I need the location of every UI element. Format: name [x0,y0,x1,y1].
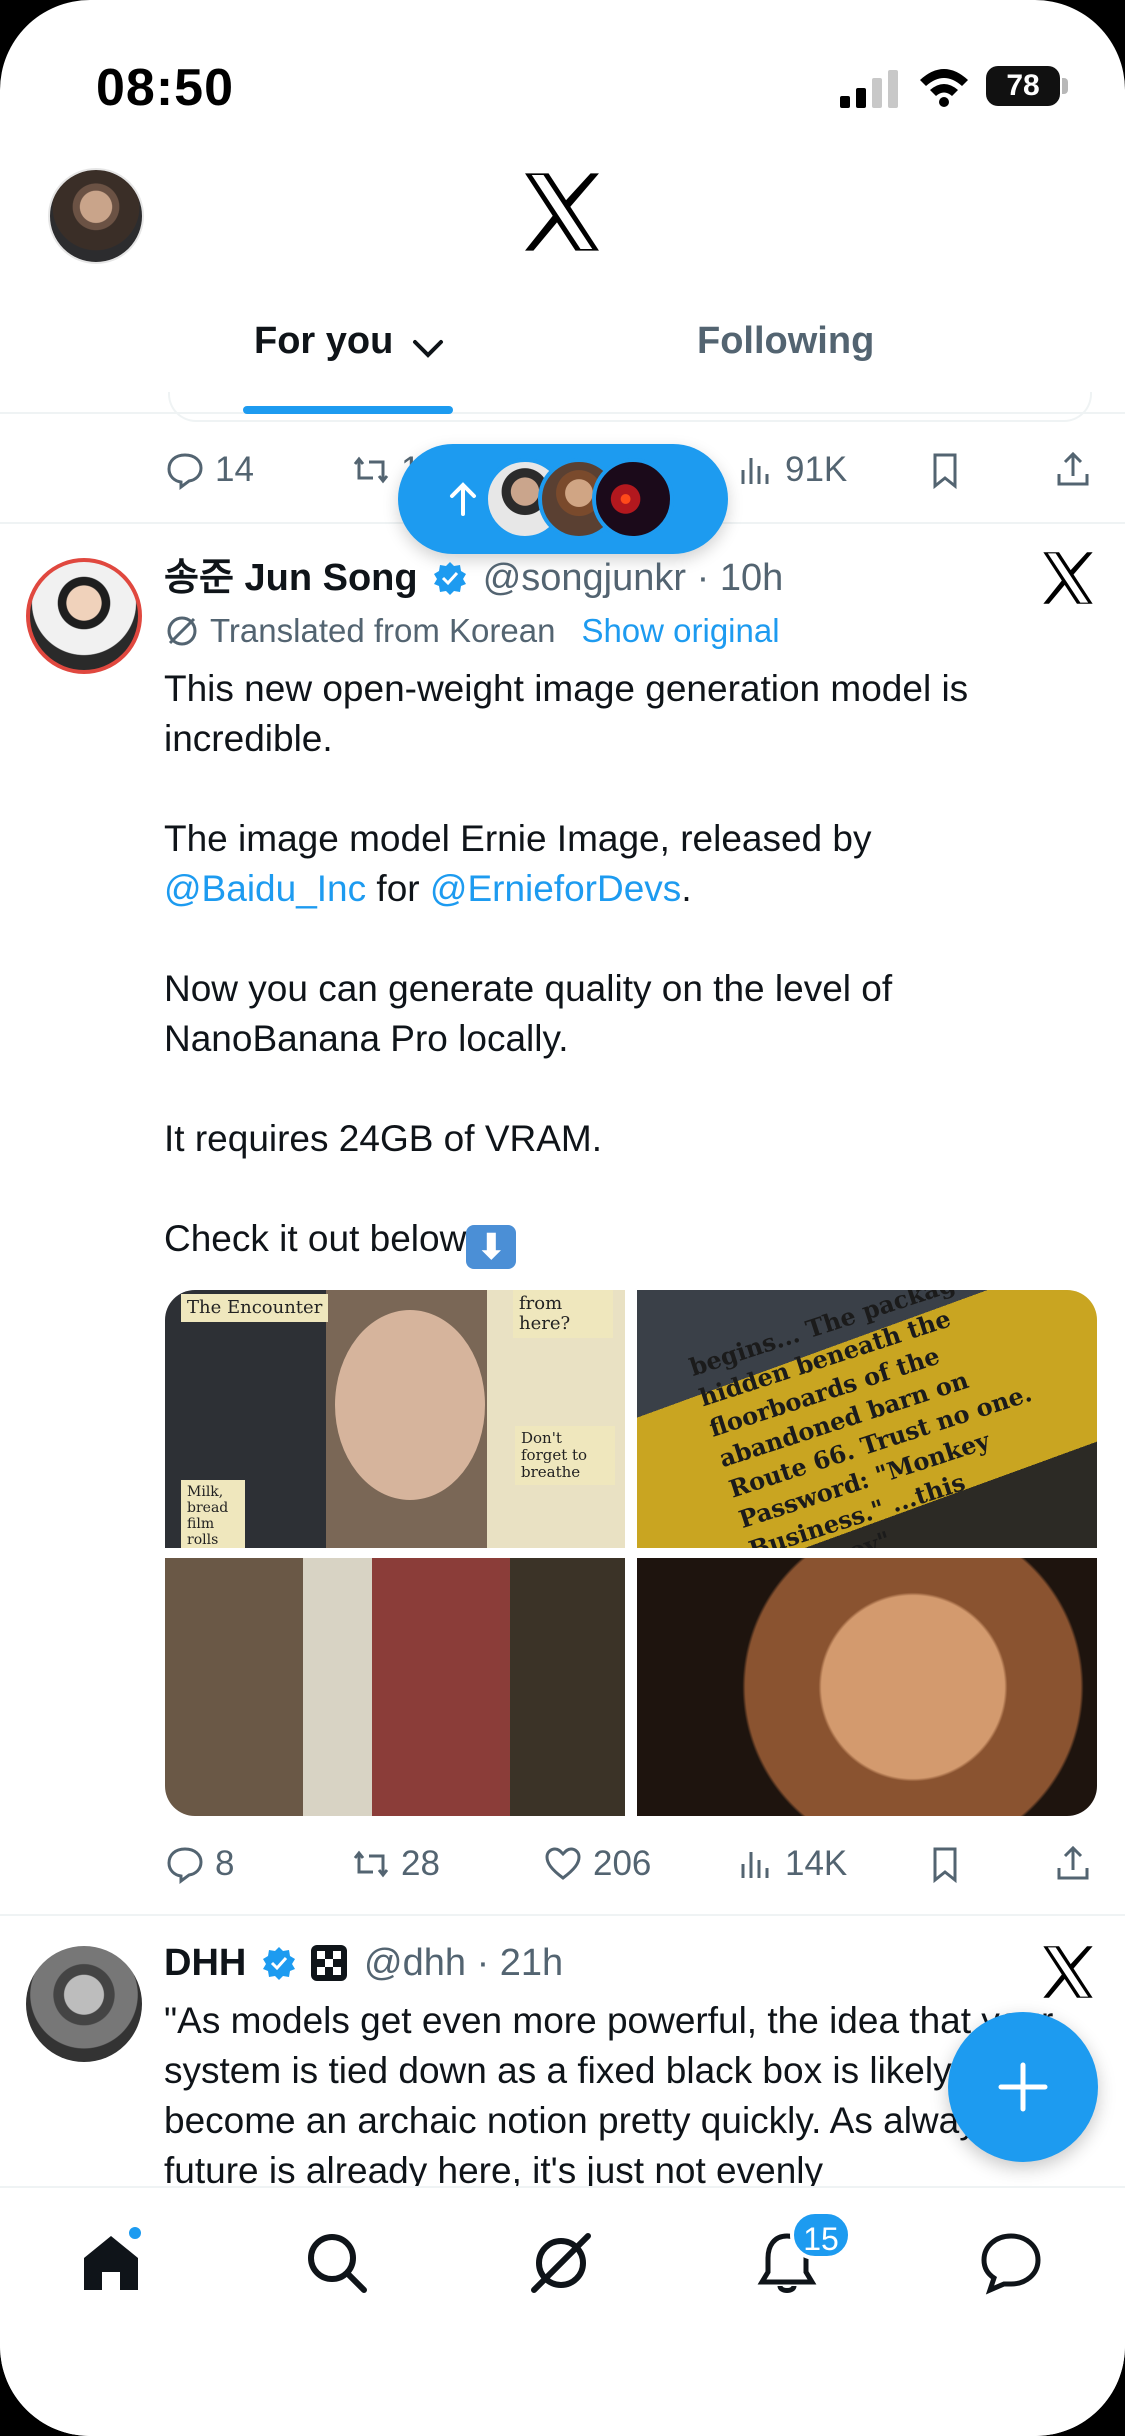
status-time: 08:50 [96,59,234,117]
note-text: Milk, bread film rolls [181,1480,245,1548]
views-count: 91K [785,450,848,489]
media-image[interactable] [165,1558,625,1816]
note-text: Don't forget to breathe [515,1426,615,1485]
tweet-paragraph: Check it out below ⬇ [164,1214,1064,1269]
views-count: 14K [785,1844,848,1883]
bookmark-icon [933,1847,957,1884]
author-avatar[interactable] [26,1946,142,2062]
share-icon [1057,451,1089,486]
retweet-icon [353,456,389,484]
bookmark-button[interactable] [925,440,965,500]
media-image[interactable]: The Encounter from here? Don't forget to… [165,1290,625,1548]
reply-button[interactable]: 8 [165,1834,234,1894]
note-text: from here? [513,1290,613,1338]
like-count: 206 [593,1844,652,1883]
tweet-paragraph: Now you can generate quality on the leve… [164,968,893,1059]
x-source-icon[interactable] [1040,1944,1096,2000]
text-segment: The image model Ernie Image, released by [164,818,872,859]
share-button[interactable] [1053,440,1093,500]
author-name[interactable]: DHH [164,1942,246,1984]
status-bar: 08:50 78 [0,0,1125,150]
note-text: The Encounter [181,1294,329,1322]
tweet-header: DHH @dhh · 21h [164,1942,563,1985]
views-button[interactable]: 91K [735,440,847,500]
x-logo-icon [525,173,599,251]
text-segment: for [366,868,430,909]
app-screen: 08:50 78 For you Following 14 91K 송준 Jun… [0,0,1125,2436]
grok-icon[interactable] [526,2228,596,2298]
retweet-icon [353,1850,389,1878]
tab-for-you[interactable]: For you [254,320,393,363]
reply-count: 14 [215,450,254,489]
tweet-header: 송준 Jun Song @songjunkr · 10h [164,546,783,601]
wifi-icon [920,69,968,107]
home-unread-dot [126,2224,144,2242]
text-segment: . [681,868,692,909]
compose-button[interactable] [948,2012,1098,2162]
tweet-paragraph: It requires 24GB of VRAM. [164,1118,603,1159]
down-arrow-emoji: ⬇ [466,1225,517,1269]
reply-icon [167,1847,203,1884]
new-posts-pill[interactable] [398,444,728,554]
reply-button[interactable]: 14 [165,440,254,500]
show-original-link[interactable]: Show original [581,612,779,650]
media-image[interactable] [637,1558,1097,1816]
translation-row: Translated from Korean Show original [164,612,780,650]
tab-following[interactable]: Following [697,320,874,363]
plus-icon [998,2062,1048,2112]
post-time: · 10h [696,557,784,599]
like-button[interactable]: 206 [543,1834,651,1894]
author-avatar[interactable] [26,558,142,674]
previous-post-media-edge [168,392,1092,422]
battery-icon: 78 [986,64,1068,108]
cellular-signal-icon [840,70,898,108]
post-divider [0,1914,1125,1916]
heart-icon [545,1847,581,1880]
media-grid: The Encounter from here? Don't forget to… [165,1290,1097,1816]
views-icon [741,458,769,484]
share-button[interactable] [1053,1834,1093,1894]
notification-count-badge: 15 [790,2210,852,2260]
retweet-count: 28 [401,1844,440,1883]
tweet-text: This new open-weight image generation mo… [164,664,1064,1319]
battery-level: 78 [986,66,1060,106]
tweet-paragraph: The image model Ernie Image, released by… [164,814,1064,914]
mention-link[interactable]: @ErnieforDevs [430,868,681,909]
media-image[interactable]: begins... The package is hidden beneath … [637,1290,1097,1548]
post-time: · 21h [476,1942,564,1984]
text-segment: Check it out below [164,1218,467,1259]
profile-avatar[interactable] [48,168,144,264]
translate-icon [167,616,197,646]
retweet-button[interactable]: 28 [351,1834,440,1894]
affiliate-badge-icon[interactable] [311,1945,348,1981]
x-source-icon[interactable] [1040,550,1096,606]
share-icon [1057,1845,1089,1880]
arrow-up-icon [450,482,476,516]
reply-icon [167,453,203,490]
verified-badge-icon [262,1947,295,1980]
bookmark-icon [933,453,957,490]
translated-label: Translated from Korean [210,612,556,649]
tweet-paragraph: This new open-weight image generation mo… [164,668,969,759]
search-icon[interactable] [302,2228,372,2298]
author-handle[interactable]: @songjunkr [483,557,686,599]
new-post-avatar [592,458,674,540]
author-name[interactable]: 송준 Jun Song [164,557,418,599]
views-button[interactable]: 14K [735,1834,847,1894]
views-icon [741,1852,769,1878]
reply-count: 8 [215,1844,235,1883]
messages-icon[interactable] [976,2228,1046,2298]
verified-badge-icon [434,562,467,595]
chevron-down-icon[interactable] [412,338,444,360]
author-handle[interactable]: @dhh [364,1942,466,1984]
bottom-navigation: 15 [0,2186,1125,2436]
banana-text: begins... The package is hidden beneath … [685,1290,1036,1548]
post-actions: 8 28 206 14K [165,1834,1089,1894]
mention-link[interactable]: @Baidu_Inc [164,868,366,909]
bookmark-button[interactable] [925,1834,965,1894]
